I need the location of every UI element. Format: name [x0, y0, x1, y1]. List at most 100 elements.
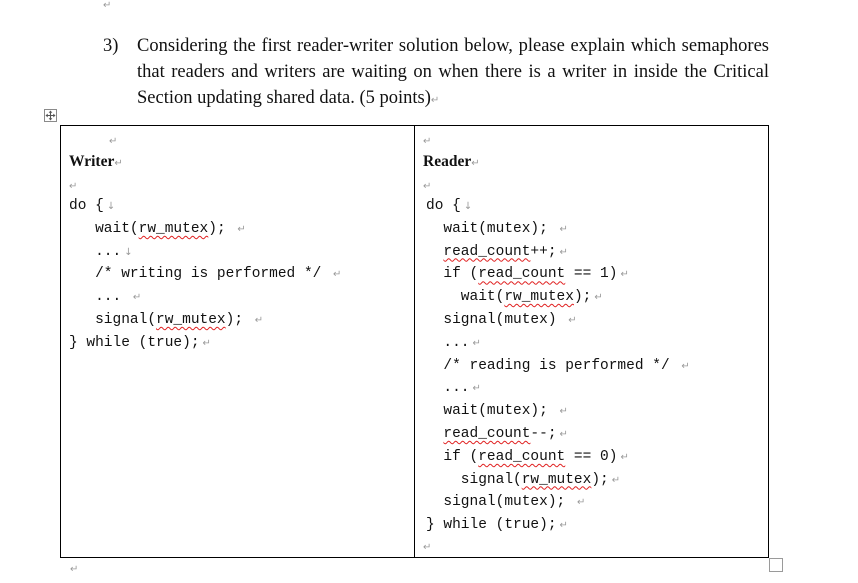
paragraph-mark: ↵	[611, 474, 621, 486]
misspelled-word: rw_mutex	[156, 312, 226, 328]
question-text-content: Considering the first reader-writer solu…	[137, 36, 769, 108]
code-text: /* reading is performed */	[426, 357, 679, 374]
code-line: do {↓	[426, 196, 472, 217]
reader-cell[interactable]: ↵ Reader↵ ↵ do {↓ wait(mutex); ↵ read_count…	[415, 126, 768, 557]
code-text: signal(mutex)	[426, 312, 566, 328]
code-line: /* writing is performed */ ↵	[69, 264, 341, 285]
code-line: } while (true); ↵	[69, 333, 211, 354]
paragraph-mark: ↵	[472, 383, 481, 395]
paragraph-mark: ↵	[594, 292, 603, 304]
line-break-mark: ↓	[463, 201, 473, 212]
paragraph-mark: ↵	[576, 497, 586, 509]
misspelled-word: read_count	[478, 448, 566, 465]
code-text: ...	[69, 289, 130, 306]
code-text: ++;	[530, 243, 557, 260]
code-table: ↵ Writer↵ ↵ do {↓ wait(rw_mutex); ↵ ... ↓ /*…	[60, 125, 769, 558]
code-text: if (	[426, 266, 479, 283]
code-text: == 1)	[565, 266, 618, 283]
code-text: ...	[426, 380, 470, 397]
code-text: do {	[69, 198, 104, 214]
writer-cell[interactable]: ↵ Writer↵ ↵ do {↓ wait(rw_mutex); ↵ ... ↓ /*…	[61, 126, 415, 557]
paragraph-mark: ↵	[559, 223, 568, 235]
code-line: signal(rw_mutex); ↵	[69, 310, 263, 331]
code-text: wait(	[69, 220, 139, 237]
paragraph-mark: ↵	[559, 246, 568, 258]
code-line: signal(mutex); ↵	[426, 492, 585, 513]
code-text: if (	[426, 448, 479, 465]
code-text: wait(mutex);	[426, 220, 557, 237]
code-line: wait(rw_mutex); ↵	[426, 287, 603, 308]
table-move-handle[interactable]	[44, 109, 57, 122]
question-text: Considering the first reader-writer solu…	[137, 33, 769, 114]
question-number: 3)	[103, 36, 119, 56]
code-line: wait(mutex); ↵	[426, 401, 568, 422]
code-line: wait(rw_mutex); ↵	[69, 219, 246, 240]
paragraph-mark: ↵	[114, 158, 123, 169]
misspelled-word: read_count	[443, 426, 531, 442]
code-text: );	[208, 220, 235, 237]
question-paragraph: 3) Considering the first reader-writer s…	[103, 33, 769, 114]
code-line: signal(mutex) ↵	[426, 310, 577, 331]
reader-heading: Reader↵	[423, 153, 480, 171]
paragraph-mark: ↵	[132, 292, 142, 304]
misspelled-word: read_count	[478, 266, 566, 283]
code-line: ... ↵	[69, 287, 141, 308]
code-line: ... ↓	[69, 242, 133, 263]
code-text: );	[225, 312, 252, 328]
table-resize-handle[interactable]	[769, 558, 783, 572]
paragraph-mark: ↵	[559, 406, 568, 418]
paragraph-mark: ↵	[254, 315, 264, 326]
paragraph-mark: ↵	[202, 337, 211, 349]
code-line: do {↓	[69, 196, 115, 217]
code-line: if (read_count == 1) ↵	[426, 264, 629, 285]
code-line: read_count--; ↵	[426, 424, 568, 445]
paragraph-mark: ↵	[109, 136, 118, 147]
paragraph-mark: ↵	[333, 269, 342, 281]
code-line: } while (true); ↵	[426, 515, 568, 536]
code-line: wait(mutex); ↵	[426, 219, 568, 240]
paragraph-mark: ↵	[430, 95, 440, 106]
paragraph-mark: ↵	[423, 136, 432, 147]
code-text: == 0)	[565, 448, 618, 465]
paragraph-mark: ↵	[103, 0, 112, 11]
misspelled-word: rw_mutex	[521, 471, 592, 488]
paragraph-mark: ↵	[559, 520, 568, 532]
misspelled-word: rw_mutex	[138, 220, 209, 237]
paragraph-mark: ↵	[472, 337, 481, 349]
misspelled-word: rw_mutex	[504, 289, 574, 306]
code-text: signal(	[69, 312, 157, 328]
code-text: );	[573, 289, 592, 306]
code-text: --;	[530, 426, 557, 442]
paragraph-mark: ↵	[471, 158, 480, 169]
code-line: /* reading is performed */ ↵	[426, 356, 690, 377]
code-text: ...	[69, 243, 122, 260]
paragraph-mark: ↵	[620, 451, 629, 463]
code-text: wait(mutex);	[426, 403, 557, 420]
writer-heading: Writer↵	[69, 153, 123, 171]
paragraph-mark: ↵	[423, 181, 432, 192]
misspelled-word: read_count	[443, 243, 531, 260]
paragraph-mark: ↵	[681, 360, 690, 372]
paragraph-mark: ↵	[70, 564, 79, 575]
code-text: do {	[426, 198, 461, 214]
code-text: } while (true);	[426, 517, 557, 534]
writer-heading-text: Writer	[69, 153, 115, 170]
line-break-mark: ↓	[106, 201, 116, 212]
code-line: ... ↵	[426, 333, 481, 354]
code-text: ...	[426, 334, 470, 351]
reader-heading-text: Reader	[423, 153, 472, 170]
code-text: wait(	[426, 289, 505, 306]
paragraph-mark: ↵	[620, 269, 629, 281]
paragraph-mark: ↵	[237, 223, 246, 235]
code-line: if (read_count == 0) ↵	[426, 447, 629, 468]
code-text: signal(	[426, 471, 522, 488]
code-line: ... ↵	[426, 378, 481, 399]
paragraph-mark: ↵	[559, 429, 568, 440]
line-break-mark: ↓	[124, 246, 133, 258]
code-text: } while (true);	[69, 334, 200, 351]
paragraph-mark: ↵	[423, 542, 432, 553]
paragraph-mark: ↵	[568, 315, 577, 326]
paragraph-mark: ↵	[69, 181, 78, 192]
